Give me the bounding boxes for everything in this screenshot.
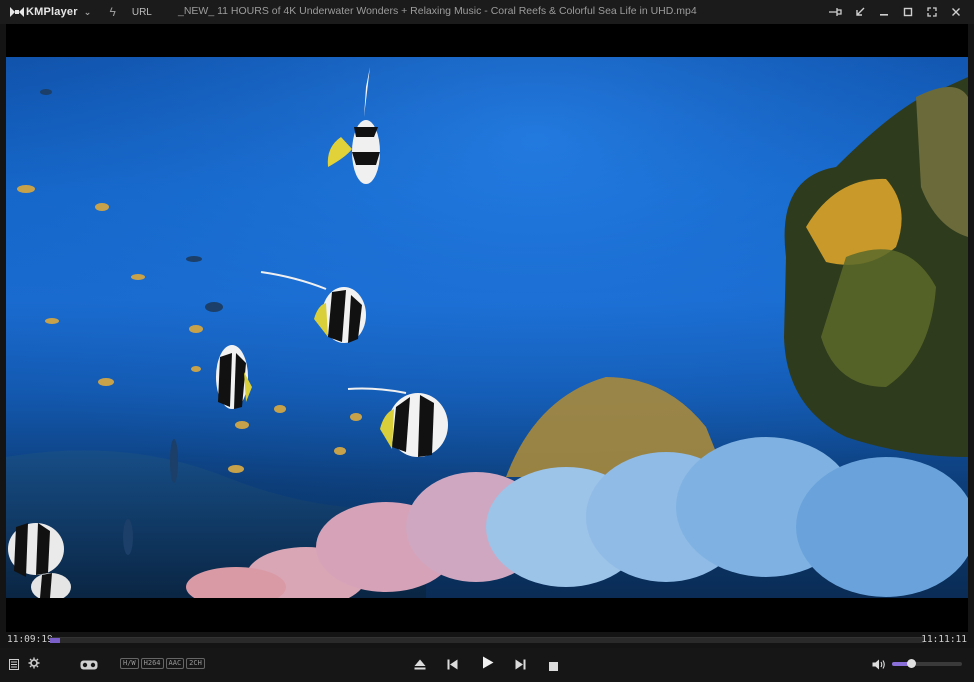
stop-icon[interactable] xyxy=(549,658,558,676)
url-button[interactable]: URL xyxy=(132,7,152,18)
playlist-icon[interactable] xyxy=(9,657,19,675)
play-icon[interactable] xyxy=(482,656,494,674)
video-surface[interactable] xyxy=(6,57,968,598)
title-bar: KMPlayer ⌄ ϟ URL _NEW_ 11 HOURS of 4K Un… xyxy=(0,0,974,24)
app-brand: KMPlayer xyxy=(26,6,78,18)
window-controls xyxy=(824,0,968,24)
maximize-icon[interactable] xyxy=(896,0,920,24)
volume-icon[interactable] xyxy=(872,657,886,675)
fullscreen-icon[interactable] xyxy=(920,0,944,24)
app-menu-button[interactable]: KMPlayer ⌄ xyxy=(10,6,91,18)
elapsed-time: 11:09:19 xyxy=(7,634,53,645)
vr-glasses-icon[interactable] xyxy=(80,657,98,675)
control-bar: H/W H264 AAC 2CH xyxy=(0,648,974,682)
volume-knob[interactable] xyxy=(906,659,916,668)
close-icon[interactable] xyxy=(944,0,968,24)
pin-icon[interactable] xyxy=(824,0,848,24)
lightning-icon[interactable]: ϟ xyxy=(109,5,115,19)
previous-icon[interactable] xyxy=(447,657,458,675)
shrink-icon[interactable] xyxy=(848,0,872,24)
volume-slider[interactable] xyxy=(892,659,962,668)
seek-bar[interactable] xyxy=(50,637,924,643)
gear-icon[interactable] xyxy=(28,656,40,674)
kmplayer-logo-icon xyxy=(10,7,24,17)
video-frame[interactable] xyxy=(6,24,968,632)
next-icon[interactable] xyxy=(515,657,526,675)
total-time: 11:11:11 xyxy=(921,634,967,645)
seek-row: 11:09:19 11:11:11 xyxy=(0,633,974,647)
codec-badges: H/W H264 AAC 2CH xyxy=(120,658,205,669)
badge-audio-codec: AAC xyxy=(165,658,185,669)
seek-progress xyxy=(50,638,61,643)
underwater-scene-image xyxy=(6,57,968,598)
chevron-down-icon: ⌄ xyxy=(83,6,92,17)
badge-hw[interactable]: H/W xyxy=(120,658,139,669)
badge-channels: 2CH xyxy=(186,658,205,669)
file-title: _NEW_ 11 HOURS of 4K Underwater Wonders … xyxy=(178,5,697,17)
badge-video-codec: H264 xyxy=(140,658,164,669)
eject-icon[interactable] xyxy=(414,657,426,675)
minimize-icon[interactable] xyxy=(872,0,896,24)
